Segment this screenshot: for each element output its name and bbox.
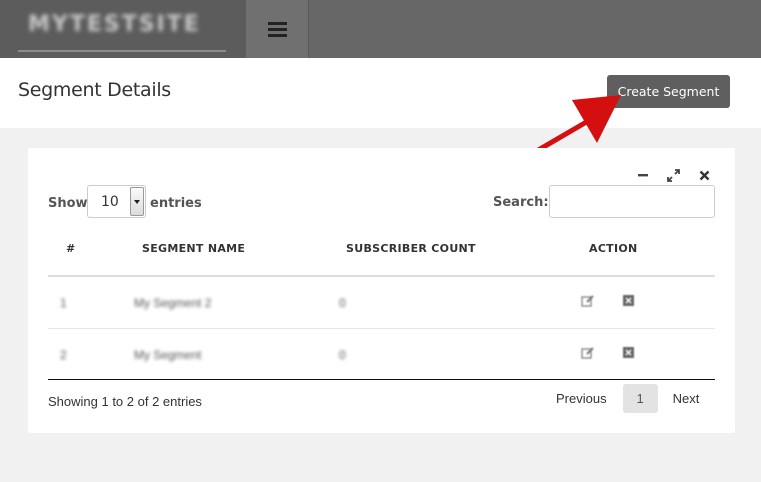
table-row: 1 My Segment 2 0	[48, 277, 715, 329]
create-segment-button[interactable]: Create Segment	[607, 75, 730, 108]
brand-logo: MYTESTSITE	[28, 12, 201, 37]
page-title: Segment Details	[18, 79, 171, 101]
page-header: Segment Details Create Segment	[0, 58, 761, 128]
next-page-button[interactable]: Next	[663, 385, 710, 412]
entries-per-page-select[interactable]: 10	[87, 185, 146, 218]
search-input[interactable]	[549, 185, 715, 218]
brand-underline	[18, 50, 226, 52]
top-navbar: MYTESTSITE	[0, 0, 761, 58]
delete-icon[interactable]	[623, 347, 634, 358]
column-header-action: ACTION	[589, 242, 638, 255]
table-bottom-border	[48, 379, 715, 380]
segments-panel: Show 10 entries Search: # SEGMENT NAME S…	[28, 148, 735, 433]
hamburger-icon	[267, 21, 287, 37]
entries-value: 10	[101, 193, 119, 210]
table-row: 2 My Segment 0	[48, 329, 715, 381]
segment-name[interactable]: My Segment	[134, 348, 201, 362]
table-info: Showing 1 to 2 of 2 entries	[48, 394, 202, 409]
segment-name[interactable]: My Segment 2	[134, 296, 211, 310]
collapse-icon[interactable]	[634, 168, 651, 182]
subscriber-count: 0	[339, 348, 346, 362]
column-header-number[interactable]: #	[66, 242, 76, 255]
delete-icon[interactable]	[623, 295, 634, 306]
row-number: 1	[60, 296, 67, 310]
column-header-segment-name[interactable]: SEGMENT NAME	[142, 242, 245, 255]
brand-area[interactable]: MYTESTSITE	[0, 0, 246, 58]
show-label: Show	[48, 196, 88, 211]
entries-label: entries	[150, 196, 202, 211]
panel-tools	[634, 168, 713, 182]
edit-icon[interactable]	[581, 294, 595, 308]
row-number: 2	[60, 348, 67, 362]
page-1-button[interactable]: 1	[622, 384, 658, 413]
previous-page-button[interactable]: Previous	[545, 385, 618, 412]
pagination: Previous 1 Next	[545, 384, 709, 413]
subscriber-count: 0	[339, 296, 346, 310]
expand-icon[interactable]	[665, 168, 682, 182]
menu-toggle-button[interactable]	[246, 0, 309, 58]
close-icon[interactable]	[696, 168, 713, 182]
edit-icon[interactable]	[581, 346, 595, 360]
column-header-subscriber-count[interactable]: SUBSCRIBER COUNT	[346, 242, 476, 255]
dropdown-arrow-icon[interactable]	[130, 187, 144, 216]
search-label: Search:	[493, 195, 549, 210]
